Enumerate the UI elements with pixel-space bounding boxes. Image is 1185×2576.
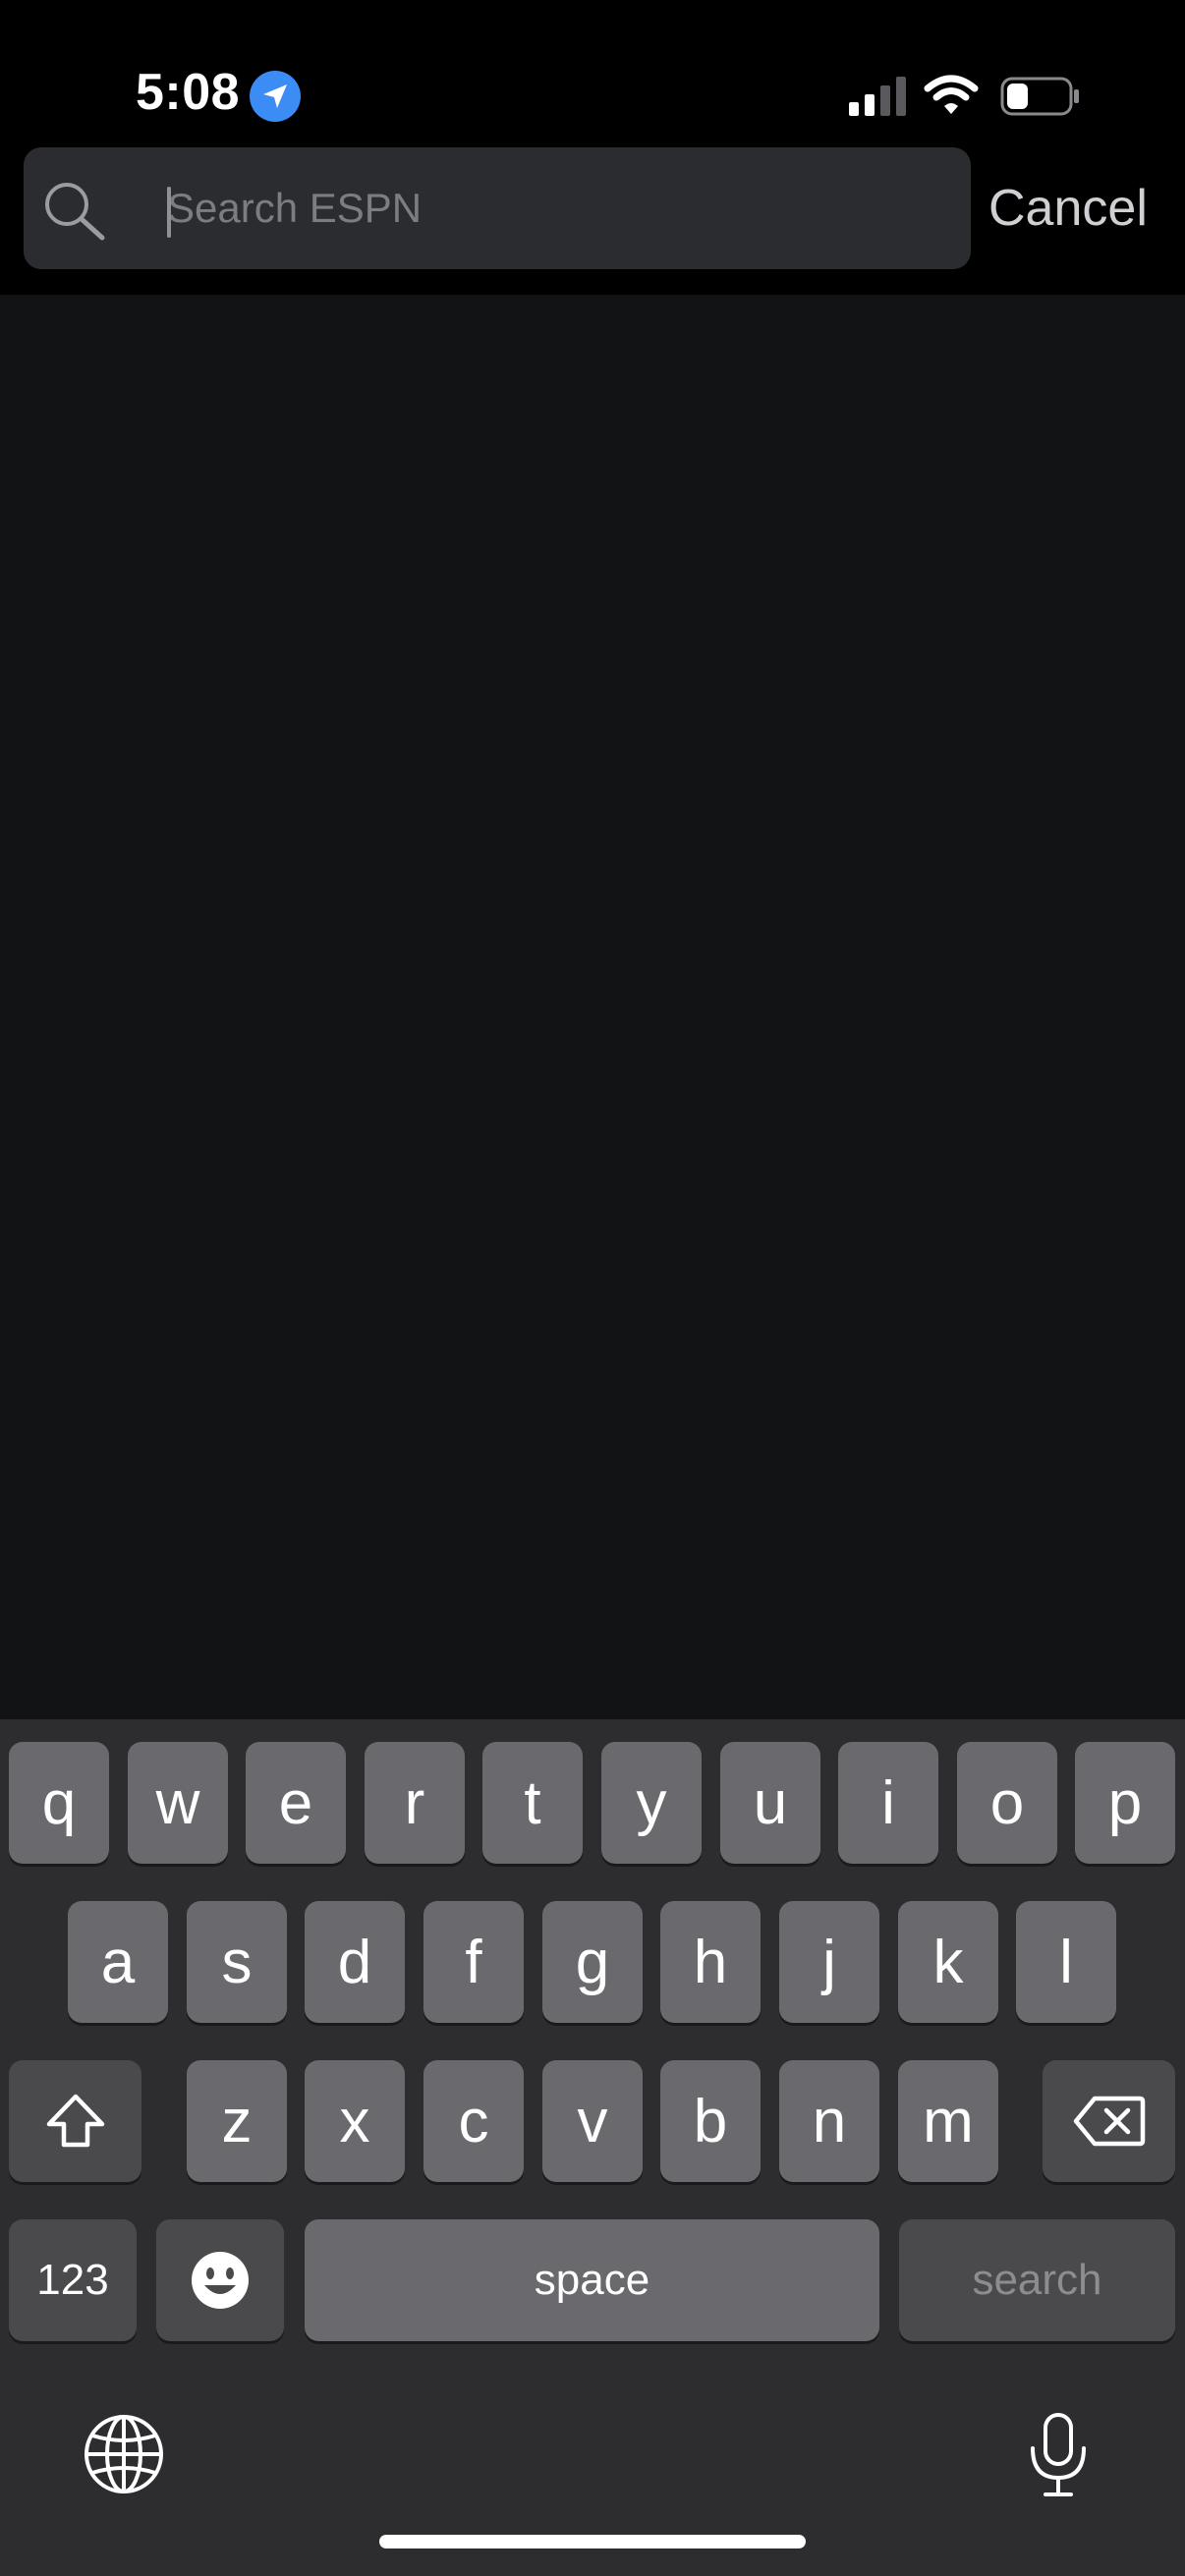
- key-d[interactable]: d: [305, 1901, 405, 2023]
- key-z[interactable]: z: [187, 2060, 287, 2182]
- key-o[interactable]: o: [957, 1742, 1057, 1864]
- status-time: 5:08: [136, 64, 241, 121]
- emoji-icon: [192, 2252, 249, 2309]
- location-arrow-icon: [250, 71, 301, 122]
- search-field[interactable]: [24, 147, 971, 269]
- key-s[interactable]: s: [187, 1901, 287, 2023]
- shift-icon: [46, 2094, 104, 2148]
- home-indicator: [379, 2535, 806, 2548]
- key-y[interactable]: y: [601, 1742, 702, 1864]
- search-key[interactable]: search: [899, 2219, 1175, 2341]
- key-t[interactable]: t: [482, 1742, 583, 1864]
- cellular-signal-icon: [849, 77, 906, 116]
- key-i[interactable]: i: [838, 1742, 938, 1864]
- key-j[interactable]: j: [779, 1901, 879, 2023]
- search-input[interactable]: [167, 177, 933, 240]
- key-b[interactable]: b: [660, 2060, 761, 2182]
- key-x[interactable]: x: [305, 2060, 405, 2182]
- emoji-key[interactable]: [156, 2219, 284, 2341]
- battery-icon: [1000, 77, 1079, 116]
- key-q[interactable]: q: [9, 1742, 109, 1864]
- text-caret: [167, 187, 171, 238]
- key-p[interactable]: p: [1075, 1742, 1175, 1864]
- space-key[interactable]: space: [305, 2219, 879, 2341]
- cancel-button[interactable]: Cancel: [988, 179, 1148, 238]
- key-l[interactable]: l: [1016, 1901, 1116, 2023]
- key-g[interactable]: g: [542, 1901, 643, 2023]
- microphone-icon[interactable]: [1026, 2411, 1091, 2499]
- delete-key[interactable]: [1043, 2060, 1175, 2182]
- keyboard: q w e r t y u i o p a s d f g h j k l z …: [0, 1719, 1185, 2576]
- key-v[interactable]: v: [542, 2060, 643, 2182]
- key-m[interactable]: m: [898, 2060, 998, 2182]
- key-u[interactable]: u: [720, 1742, 820, 1864]
- search-header: Cancel: [0, 147, 1185, 295]
- shift-key[interactable]: [9, 2060, 141, 2182]
- status-bar: 5:08: [0, 0, 1185, 147]
- delete-icon: [1073, 2096, 1145, 2147]
- globe-icon[interactable]: [83, 2413, 165, 2495]
- key-c[interactable]: c: [423, 2060, 524, 2182]
- search-icon: [45, 183, 105, 241]
- wifi-icon: [924, 75, 979, 114]
- search-screen: 5:08 Search ESPN Cancel q w e r t y u i …: [0, 0, 1185, 2576]
- key-r[interactable]: r: [365, 1742, 465, 1864]
- key-f[interactable]: f: [423, 1901, 524, 2023]
- key-k[interactable]: k: [898, 1901, 998, 2023]
- key-e[interactable]: e: [246, 1742, 346, 1864]
- key-h[interactable]: h: [660, 1901, 761, 2023]
- key-n[interactable]: n: [779, 2060, 879, 2182]
- key-a[interactable]: a: [68, 1901, 168, 2023]
- key-w[interactable]: w: [128, 1742, 228, 1864]
- numbers-key[interactable]: 123: [9, 2219, 137, 2341]
